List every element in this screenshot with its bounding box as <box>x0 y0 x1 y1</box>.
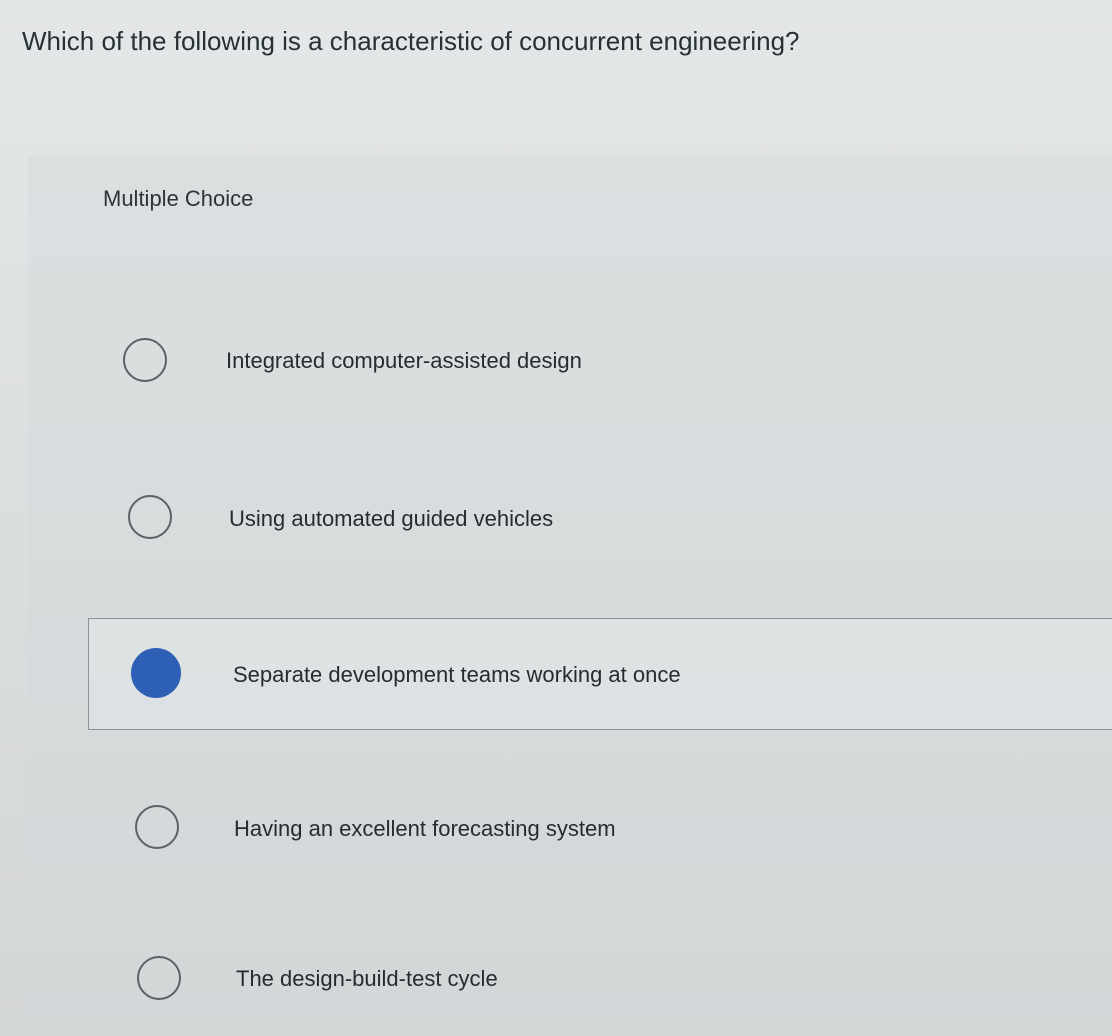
option-4[interactable]: Having an excellent forecasting system <box>88 772 1112 884</box>
option-label: Integrated computer-assisted design <box>226 348 582 373</box>
option-label: Separate development teams working at on… <box>233 662 681 687</box>
choice-type-label: Multiple Choice <box>103 186 254 211</box>
radio-unselected-icon[interactable] <box>137 956 181 1000</box>
option-2[interactable]: Using automated guided vehicles <box>88 462 1112 574</box>
radio-unselected-icon[interactable] <box>135 805 179 849</box>
radio-selected-icon[interactable] <box>131 648 181 698</box>
option-label: The design-build-test cycle <box>236 966 498 991</box>
option-5[interactable]: The design-build-test cycle <box>88 924 1112 1036</box>
option-3[interactable]: Separate development teams working at on… <box>88 618 1112 730</box>
choice-panel <box>28 156 1112 1036</box>
radio-unselected-icon[interactable] <box>128 495 172 539</box>
radio-unselected-icon[interactable] <box>123 338 167 382</box>
option-label: Using automated guided vehicles <box>229 506 554 531</box>
option-1[interactable]: Integrated computer-assisted design <box>88 305 1112 417</box>
option-label: Having an excellent forecasting system <box>234 816 616 841</box>
question-text: Which of the following is a characterist… <box>22 26 800 56</box>
